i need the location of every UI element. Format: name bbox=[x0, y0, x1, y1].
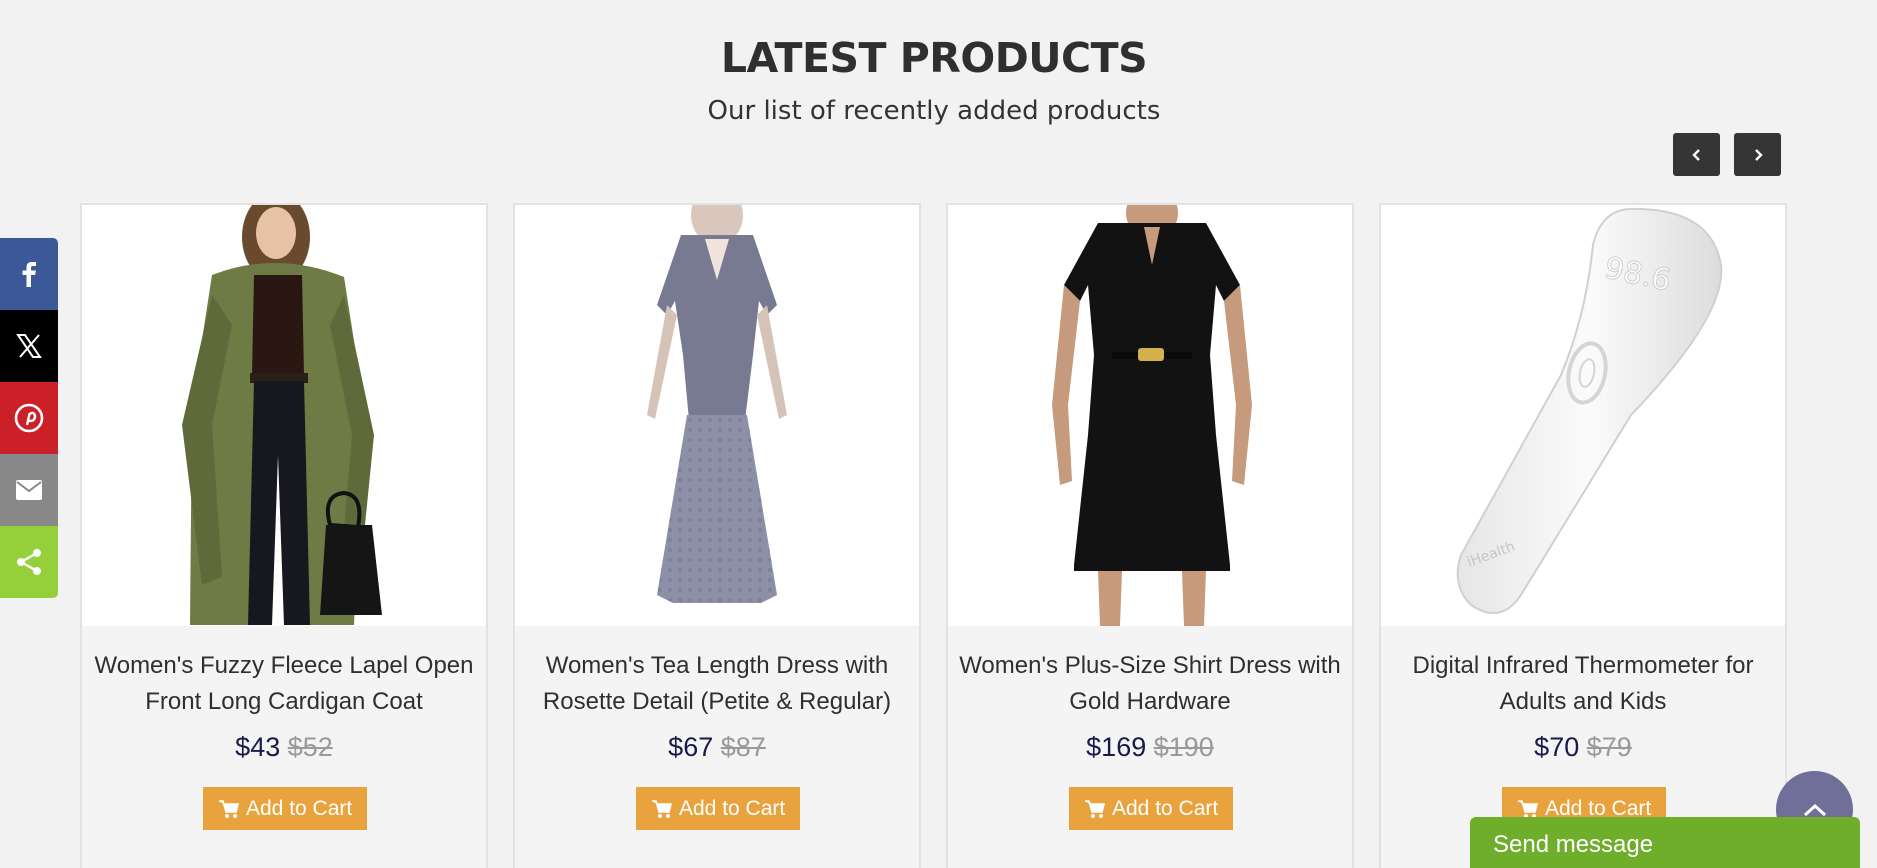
add-to-cart-label: Add to Cart bbox=[1112, 796, 1219, 820]
facebook-icon bbox=[22, 262, 36, 287]
section-title: LATEST PRODUCTS bbox=[720, 34, 1148, 82]
add-to-cart-label: Add to Cart bbox=[679, 796, 786, 820]
section-subtitle: Our list of recently added products bbox=[707, 96, 1161, 126]
pinterest-icon bbox=[14, 403, 44, 433]
product-name[interactable]: Women's Fuzzy Fleece Lapel Open Front Lo… bbox=[90, 648, 478, 720]
original-price: $87 bbox=[720, 732, 766, 762]
original-price: $190 bbox=[1153, 732, 1214, 762]
product-image[interactable] bbox=[82, 205, 486, 626]
chevron-up-icon bbox=[1803, 803, 1826, 816]
carousel-next-button[interactable] bbox=[1734, 133, 1781, 176]
cart-icon bbox=[219, 799, 240, 818]
product-name[interactable]: Women's Tea Length Dress with Rosette De… bbox=[523, 648, 911, 720]
share-more-button[interactable] bbox=[0, 526, 58, 598]
product-price: $43 $52 bbox=[82, 732, 486, 763]
mail-icon bbox=[16, 480, 42, 500]
add-to-cart-button[interactable]: Add to Cart bbox=[636, 787, 801, 830]
product-price: $169 $190 bbox=[948, 732, 1352, 763]
product-card: Women's Tea Length Dress with Rosette De… bbox=[513, 203, 921, 868]
product-image[interactable]: 98.6 iHealth bbox=[1381, 205, 1785, 626]
add-to-cart-button[interactable]: Add to Cart bbox=[1069, 787, 1234, 830]
share-icon bbox=[17, 549, 41, 575]
cart-icon bbox=[1085, 799, 1106, 818]
current-price: $67 bbox=[668, 732, 714, 762]
product-name[interactable]: Digital Infrared Thermometer for Adults … bbox=[1389, 648, 1777, 720]
chevron-right-icon bbox=[1754, 148, 1763, 161]
send-message-widget[interactable]: Send message bbox=[1470, 817, 1860, 868]
product-card: Women's Plus-Size Shirt Dress with Gold … bbox=[946, 203, 1354, 868]
share-pinterest-button[interactable] bbox=[0, 382, 58, 454]
current-price: $169 bbox=[1086, 732, 1147, 762]
product-name[interactable]: Women's Plus-Size Shirt Dress with Gold … bbox=[956, 648, 1344, 720]
product-card: 98.6 iHealth Digital Infrared Thermomete… bbox=[1379, 203, 1787, 868]
cart-icon bbox=[652, 799, 673, 818]
product-image[interactable] bbox=[515, 205, 919, 626]
original-price: $52 bbox=[287, 732, 333, 762]
share-facebook-button[interactable] bbox=[0, 238, 58, 310]
current-price: $43 bbox=[235, 732, 281, 762]
carousel-prev-button[interactable] bbox=[1673, 133, 1720, 176]
add-to-cart-label: Add to Cart bbox=[246, 796, 353, 820]
product-price: $70 $79 bbox=[1381, 732, 1785, 763]
product-card: Women's Fuzzy Fleece Lapel Open Front Lo… bbox=[80, 203, 488, 868]
x-icon bbox=[16, 334, 42, 358]
cart-icon bbox=[1518, 799, 1539, 818]
product-price: $67 $87 bbox=[515, 732, 919, 763]
chevron-left-icon bbox=[1691, 148, 1700, 161]
add-to-cart-button[interactable]: Add to Cart bbox=[203, 787, 368, 830]
original-price: $79 bbox=[1586, 732, 1632, 762]
share-email-button[interactable] bbox=[0, 454, 58, 526]
product-image[interactable] bbox=[948, 205, 1352, 626]
current-price: $70 bbox=[1534, 732, 1580, 762]
share-x-button[interactable] bbox=[0, 310, 58, 382]
share-sidebar bbox=[0, 238, 58, 598]
